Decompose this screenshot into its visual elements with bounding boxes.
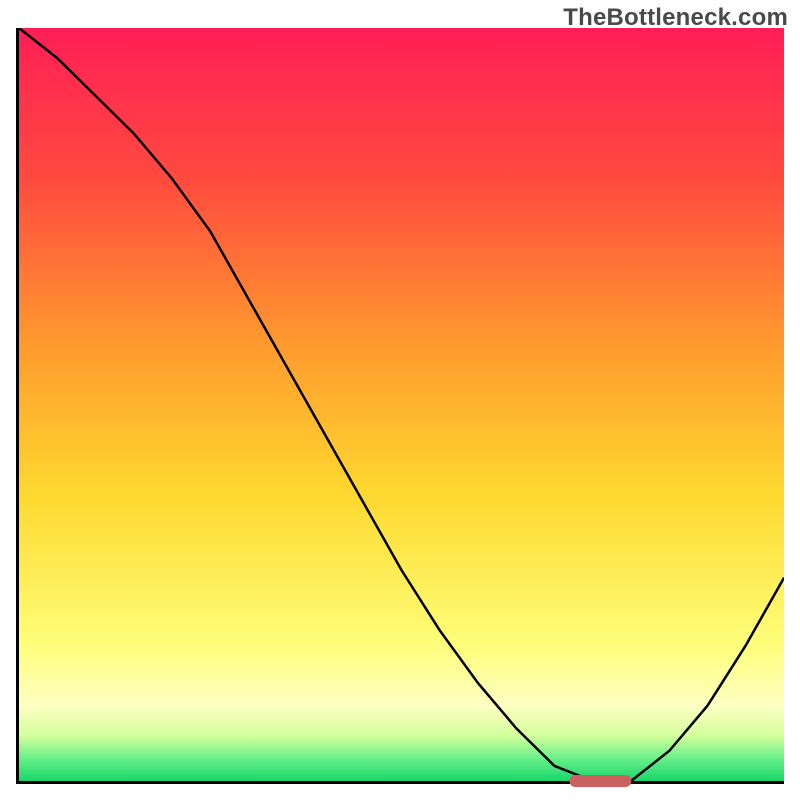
plot-area	[16, 28, 784, 784]
bottleneck-curve-path	[19, 28, 784, 781]
optimal-range-marker	[570, 775, 631, 787]
bottleneck-chart: TheBottleneck.com	[0, 0, 800, 800]
curve-layer	[19, 28, 784, 781]
